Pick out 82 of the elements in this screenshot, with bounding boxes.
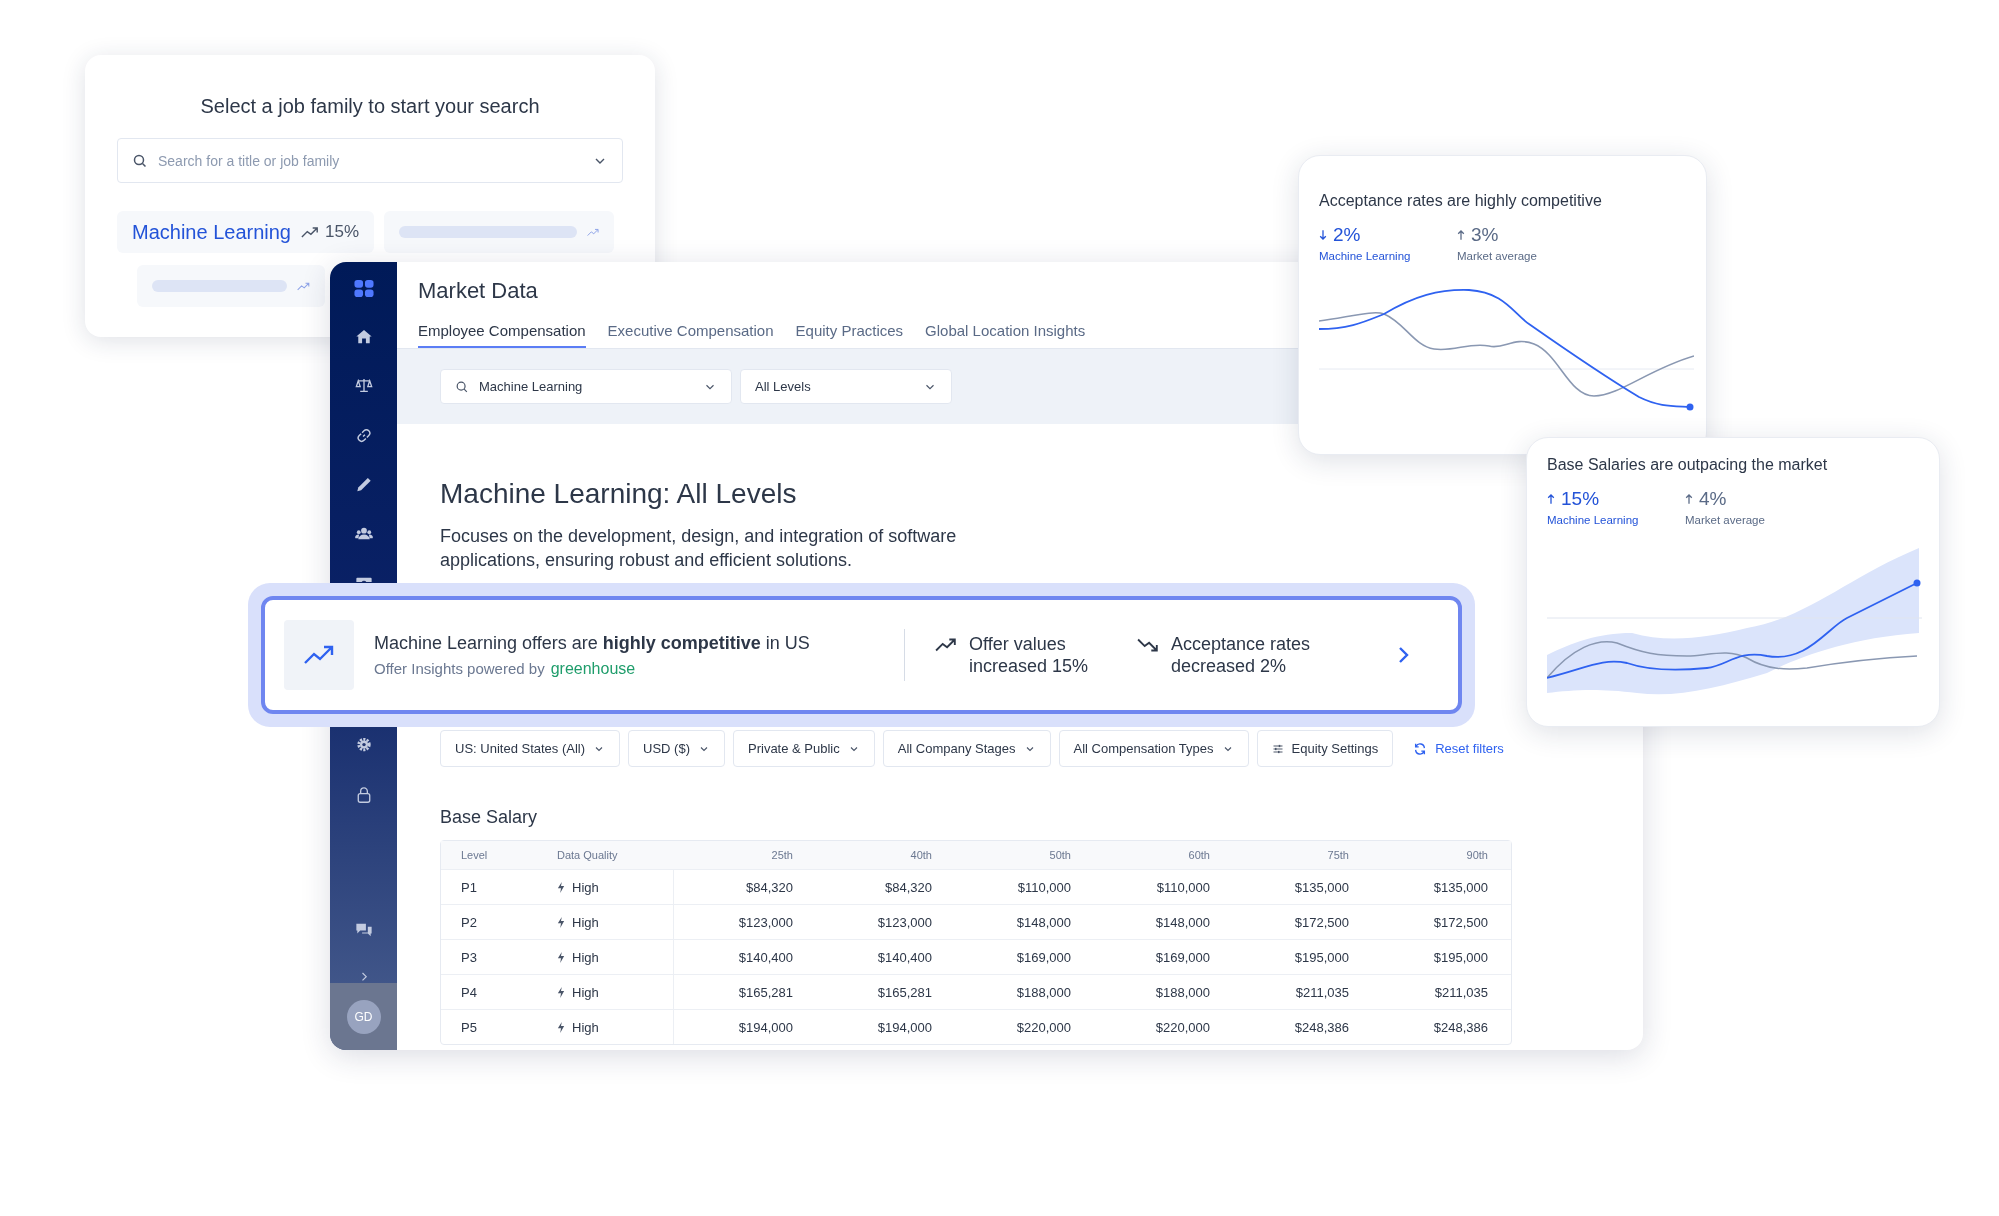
stat-text: Acceptance rates decreased 2% <box>1171 633 1312 677</box>
stat-value: 4% <box>1699 488 1727 510</box>
table-cell-text: $169,000 <box>1154 949 1211 965</box>
table-cell-text: $188,000 <box>1015 984 1072 1000</box>
table-cell-text: $169,000 <box>1015 949 1072 965</box>
table-cell-text: $148,000 <box>1154 914 1211 930</box>
level-dropdown[interactable]: All Levels <box>740 369 952 404</box>
filter-dropdown[interactable]: US: United States (All) <box>440 730 621 767</box>
table-cell-text: $110,000 <box>1155 879 1211 895</box>
table-cell-text: $211,035 <box>1433 984 1489 1000</box>
table-cell-text: $172,500 <box>1432 914 1489 930</box>
table-cell-text: $211,035 <box>1294 984 1350 1000</box>
column-header: Data Quality <box>556 848 619 863</box>
table-cell-text: $148,000 <box>1015 914 1072 930</box>
table-cell-text: $195,000 <box>1293 949 1350 965</box>
table-cell-text: $172,500 <box>1293 914 1350 930</box>
insight-banner[interactable]: Machine Learning offers are highly competitive in US Offer Insights powered by greenhouse Offer values increased 15% Acceptance rates decreased 2% <box>261 596 1462 714</box>
table-cell-text: $165,281 <box>876 984 933 1000</box>
table-cell-text: $194,000 <box>876 1019 933 1035</box>
table-cell-text: P2 <box>460 914 478 930</box>
table-cell-text: $110,000 <box>1016 879 1072 895</box>
column-header: 90th <box>1465 849 1489 861</box>
table-cell-text: $165,281 <box>737 984 794 1000</box>
table-cell-text: P5 <box>460 1019 478 1035</box>
stat-label: Market average <box>1457 250 1537 262</box>
column-header: Level <box>460 849 489 861</box>
column-header: 25th <box>770 849 794 861</box>
card-title: Acceptance rates are highly competitive <box>1319 192 1603 210</box>
card-title: Base Salaries are outpacing the market <box>1547 456 1829 474</box>
table-cell-text: $123,000 <box>876 914 933 930</box>
quality-label: High <box>572 984 599 1000</box>
section-title: Base Salary <box>440 807 539 828</box>
filter-dropdown[interactable]: USD ($) <box>628 730 725 767</box>
stat-label: Machine Learning <box>1319 250 1412 262</box>
column-header: 50th <box>1048 849 1072 861</box>
table-cell-text: $248,386 <box>1293 1019 1350 1035</box>
stat-label: Machine Learning <box>1547 514 1640 526</box>
table-cell-text: $140,400 <box>737 949 794 965</box>
filter-dropdown[interactable]: All Company Stages <box>882 730 1051 767</box>
quality-label: High <box>572 1019 599 1035</box>
equity-settings-button[interactable]: Equity Settings <box>1256 730 1394 767</box>
column-header: 40th <box>909 849 933 861</box>
brand-logo: greenhouse <box>550 659 636 678</box>
section-heading: Machine Learning: All Levels <box>440 478 797 510</box>
quality-label: High <box>572 949 599 965</box>
table-cell-text: $220,000 <box>1154 1019 1211 1035</box>
tab[interactable]: Executive Compensation <box>607 318 774 348</box>
stat-value: 3% <box>1471 224 1499 246</box>
stat-text: Offer values increased 15% <box>969 633 1090 677</box>
column-header: 75th <box>1326 849 1350 861</box>
card-title: Select a job family to start your search <box>199 95 541 118</box>
table-cell-text: $195,000 <box>1432 949 1489 965</box>
source-text: Offer Insights powered by <box>374 659 545 677</box>
filter-dropdown[interactable]: Private & Public <box>733 730 875 767</box>
stat-value: 15% <box>1561 488 1600 510</box>
description-text: Focuses on the development, design, and integration of software applications, ensuring robust and efficient solutions. <box>440 525 958 572</box>
quality-label: High <box>572 914 599 930</box>
table-cell-text: P3 <box>460 949 478 965</box>
insight-headline: Machine Learning offers are highly competitive in US <box>374 632 811 654</box>
tab[interactable]: Equity Practices <box>795 318 904 348</box>
table-cell-text: $194,000 <box>737 1019 794 1035</box>
table-cell-text: $140,400 <box>876 949 933 965</box>
quality-label: High <box>572 879 599 895</box>
table-cell-text: P1 <box>460 879 478 895</box>
table-cell-text: $123,000 <box>737 914 794 930</box>
table-cell-text: P4 <box>460 984 478 1000</box>
table-cell-text: $188,000 <box>1154 984 1211 1000</box>
table-cell-text: $135,000 <box>1432 879 1489 895</box>
page-title: Market Data <box>418 278 539 304</box>
table-cell-text: $84,320 <box>745 879 794 895</box>
column-header: 60th <box>1187 849 1211 861</box>
table-cell-text: $84,320 <box>884 879 933 895</box>
table-cell-text: $248,386 <box>1432 1019 1489 1035</box>
reset-filters-link[interactable]: Reset filters <box>1413 741 1504 756</box>
job-family-chip[interactable]: Machine Learning 15% <box>117 211 375 253</box>
stat-label: Market average <box>1685 514 1765 526</box>
tab[interactable]: Global Location Insights <box>925 318 1086 348</box>
table-cell-text: $135,000 <box>1293 879 1350 895</box>
filter-dropdown[interactable]: All Compensation Types <box>1058 730 1249 767</box>
table-cell-text: $220,000 <box>1015 1019 1072 1035</box>
search-field[interactable]: Machine Learning <box>440 369 732 404</box>
stat-value: 2% <box>1333 224 1361 246</box>
